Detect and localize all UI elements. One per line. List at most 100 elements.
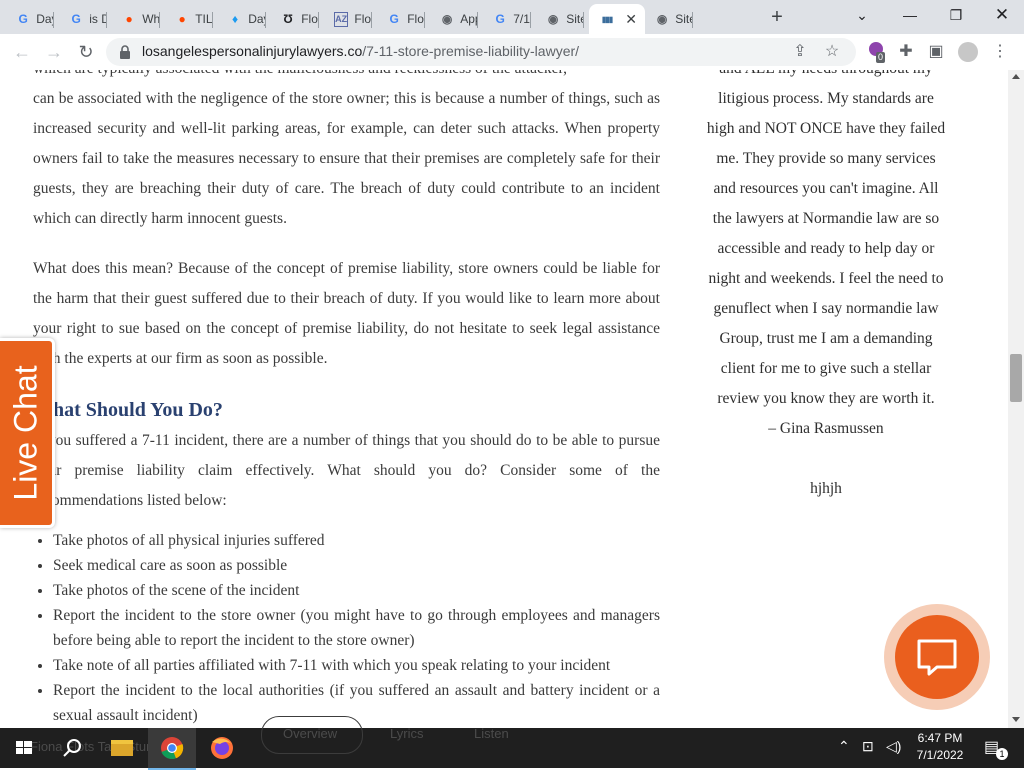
tab-close-icon[interactable]: ✕	[625, 11, 637, 28]
globe-icon: ◉	[656, 12, 668, 26]
tab-separator	[583, 12, 584, 28]
chrome-icon	[161, 737, 184, 760]
tab-title: TIL	[195, 12, 213, 26]
recommendations-list: Take photos of all physical injuries suf…	[33, 528, 660, 728]
browser-tab[interactable]: ◉ Site	[645, 4, 693, 34]
tab-separator	[212, 12, 213, 28]
tab-title: Flo	[407, 12, 424, 26]
scrollbar-thumb[interactable]	[1010, 354, 1022, 402]
tab-title: Day	[36, 12, 54, 26]
browser-tab[interactable]: ● Wh	[112, 4, 160, 34]
search-button[interactable]	[48, 728, 96, 768]
side-panel-icon[interactable]: ▣	[926, 42, 946, 62]
more-menu-icon[interactable]: ⋮	[990, 42, 1010, 62]
lock-icon[interactable]	[118, 44, 132, 60]
scroll-up-arrow[interactable]	[1012, 74, 1020, 79]
testimonial-sidebar: and ALL my needs throughout my litigious…	[706, 70, 946, 504]
browser-tab[interactable]: ♦ Day	[218, 4, 266, 34]
google-icon: G	[18, 12, 28, 26]
tab-strip: G Day Gis D ● Wh ● TIL ♦ Day Ʊ Flo AZ Flo G Flo ◉ App G 7/…	[0, 0, 1024, 34]
search-icon	[63, 739, 81, 757]
tab-title: App	[460, 12, 478, 26]
browser-tab[interactable]: AZ Flo	[324, 4, 372, 34]
overlay-ghost-overview: Overview	[283, 726, 338, 741]
browser-tab[interactable]: Gis D	[59, 4, 107, 34]
browser-tab[interactable]: G Day	[6, 4, 54, 34]
address-bar[interactable]: losangelespersonalinjurylawyers.co/7-11-…	[106, 38, 856, 66]
testimonial-text: and ALL my needs throughout my litigious…	[706, 70, 946, 407]
profile-avatar[interactable]	[958, 42, 978, 62]
firefox-icon	[211, 737, 233, 759]
article-paragraph: What does this mean? Because of the conc…	[33, 260, 660, 367]
chat-bubble-icon	[917, 639, 957, 676]
article-paragraph: If you suffered a 7-11 incident, there a…	[33, 432, 660, 509]
chrome-taskbar-button[interactable]	[148, 728, 196, 770]
show-hidden-icons-button[interactable]: ⌃	[838, 738, 850, 755]
live-chat-label: Live Chat	[7, 365, 44, 501]
bookmark-star-icon[interactable]: ☆	[822, 42, 842, 62]
tab-separator	[530, 12, 531, 28]
tab-title: Flo	[301, 12, 318, 26]
google-icon: G	[495, 12, 505, 26]
maximize-button[interactable]: ❐	[936, 4, 976, 28]
browser-tab[interactable]: ◉ App	[430, 4, 478, 34]
forward-button[interactable]: →	[42, 40, 66, 64]
page-scrollbar[interactable]	[1008, 70, 1024, 728]
chat-widget-button[interactable]	[895, 615, 979, 699]
browser-tab[interactable]: G Flo	[377, 4, 425, 34]
close-window-button[interactable]: ✕	[982, 4, 1022, 28]
site-icon: Ʊ	[283, 12, 293, 26]
browser-tab[interactable]: ◉ Site	[536, 4, 584, 34]
globe-icon: ◉	[547, 12, 559, 26]
list-item: Report the incident to the store owner (…	[53, 603, 660, 653]
clock-time: 6:47 PM	[917, 731, 963, 745]
section-heading: What Should You Do?	[33, 399, 223, 421]
browser-tab[interactable]: ● TIL	[165, 4, 213, 34]
tab-title: Flo	[354, 12, 372, 26]
list-item: Take photos of all physical injuries suf…	[53, 528, 660, 553]
url-text[interactable]: losangelespersonalinjurylawyers.co/7-11-…	[142, 43, 579, 59]
minimize-button[interactable]: —	[890, 4, 930, 28]
testimonial-author: – Gina Rasmussen	[768, 420, 884, 437]
globe-icon: ◉	[441, 12, 453, 26]
live-chat-tab[interactable]: Live Chat	[0, 338, 55, 528]
browser-tab[interactable]: Ʊ Flo	[271, 4, 319, 34]
bars-icon: ▮▮▮	[601, 14, 613, 24]
url-host: losangelespersonalinjurylawyers.co	[142, 43, 363, 59]
browser-toolbar: ← → ↻ losangelespersonalinjurylawyers.co…	[0, 34, 1024, 71]
volume-icon[interactable]: ◁)	[886, 738, 901, 755]
notification-count-badge: 1	[996, 748, 1008, 760]
tab-separator	[53, 12, 54, 28]
tab-title: Site	[675, 12, 693, 26]
tab-separator	[265, 12, 266, 28]
tab-search-button[interactable]: ⌄	[842, 4, 882, 28]
firefox-taskbar-button[interactable]	[198, 728, 246, 768]
extension-icon[interactable]: 0	[866, 42, 886, 63]
article-paragraph-partial: which are typically associated with the …	[33, 70, 660, 84]
tab-separator	[371, 12, 372, 28]
extensions-puzzle-icon[interactable]: ✚	[896, 42, 916, 62]
tab-active[interactable]: ▮▮▮ ✕	[589, 4, 645, 34]
scroll-down-arrow[interactable]	[1012, 717, 1020, 722]
browser-tab[interactable]: G 7/1	[483, 4, 531, 34]
list-item: Seek medical care as soon as possible	[53, 553, 660, 578]
tab-title: is D	[89, 12, 107, 26]
clock-date: 7/1/2022	[916, 748, 964, 762]
overlay-ghost-lyrics: Lyrics	[390, 726, 424, 741]
google-icon: G	[389, 12, 399, 26]
system-clock[interactable]: 6:47 PM 7/1/2022	[906, 730, 974, 764]
article-paragraph: can be associated with the negligence of…	[33, 90, 660, 227]
start-button[interactable]	[0, 728, 48, 768]
back-button[interactable]: ←	[10, 40, 34, 64]
tab-separator	[318, 12, 319, 28]
tab-title: 7/1	[513, 12, 530, 26]
tab-title: Site	[566, 12, 584, 26]
reload-button[interactable]: ↻	[74, 40, 98, 64]
page-content: which are typically associated with the …	[0, 70, 1008, 728]
network-icon[interactable]: ⊡	[862, 738, 874, 755]
file-explorer-button[interactable]	[98, 728, 146, 768]
share-icon[interactable]: ⇪	[790, 42, 810, 62]
new-tab-button[interactable]: +	[764, 6, 790, 30]
url-path: /7-11-store-premise-liability-lawyer/	[362, 43, 580, 59]
tab-title: Day	[248, 12, 266, 26]
